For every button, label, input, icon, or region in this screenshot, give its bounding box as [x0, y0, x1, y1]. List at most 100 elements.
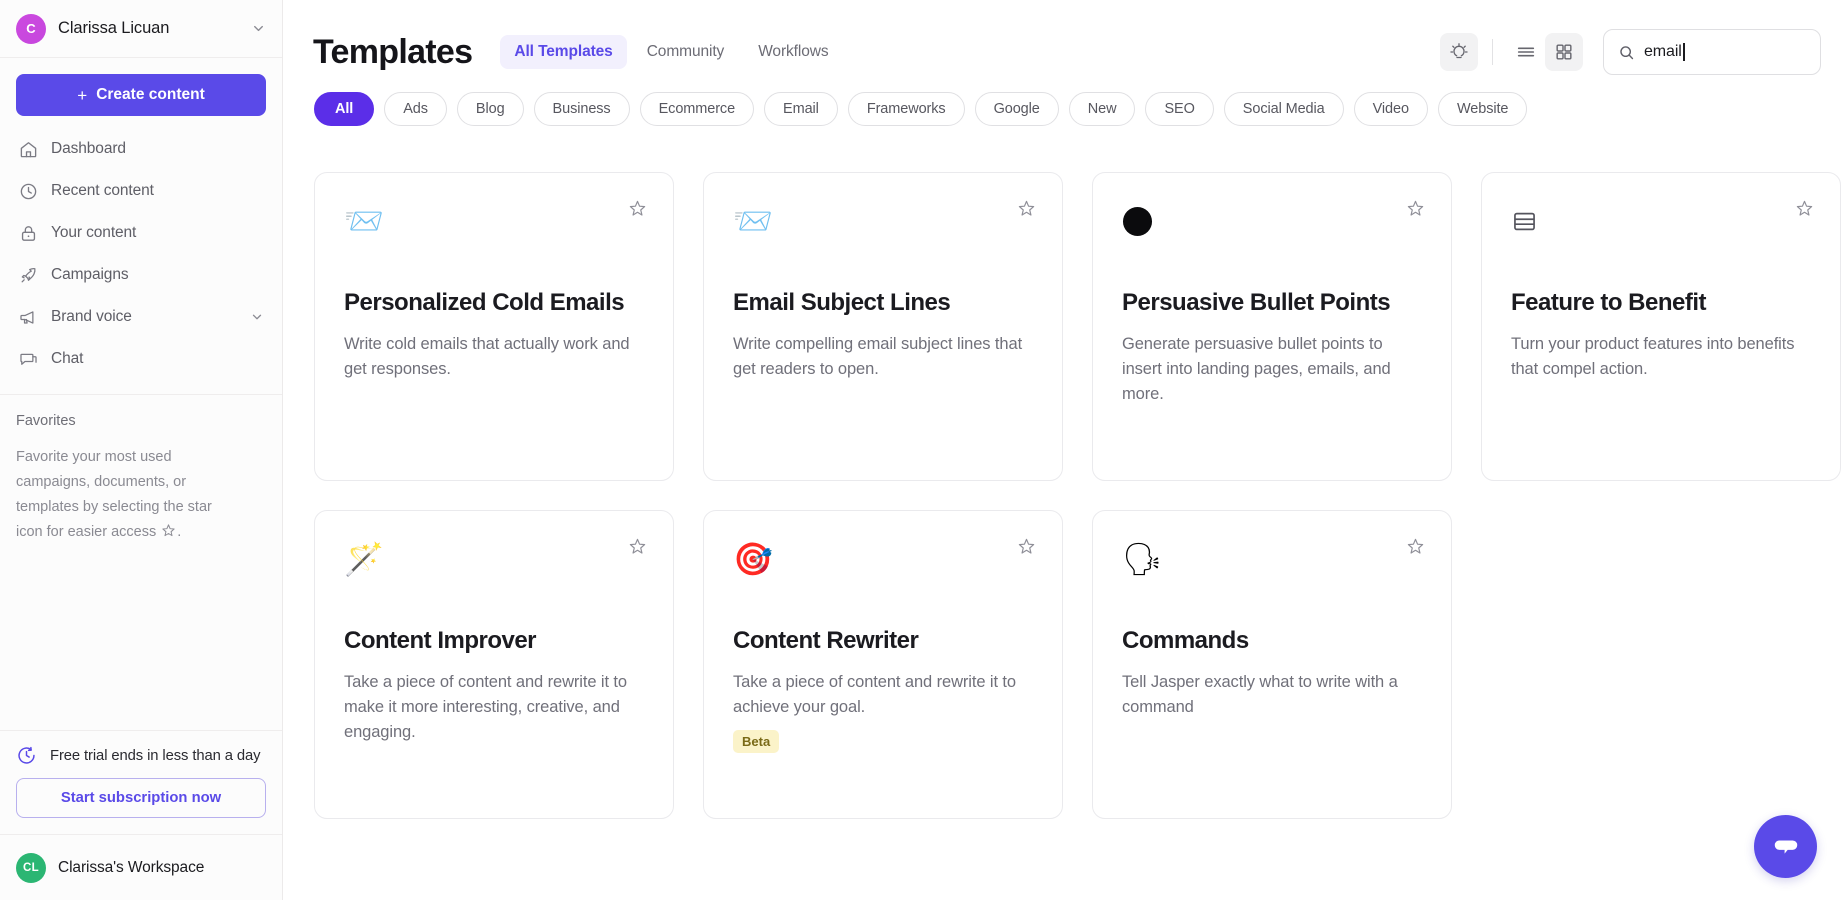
trial-text: Free trial ends in less than a day: [50, 746, 260, 766]
template-card-description: Write cold emails that actually work and…: [344, 332, 644, 382]
chevron-down-icon[interactable]: [251, 21, 266, 36]
create-content-wrap: + Create content: [0, 58, 282, 122]
filter-pill-seo[interactable]: SEO: [1145, 92, 1213, 126]
home-icon: [18, 139, 38, 159]
sidebar-item-campaigns[interactable]: Campaigns: [10, 254, 272, 296]
incoming-envelope-emoji: 📨: [344, 201, 644, 241]
sidebar-item-label: Brand voice: [51, 308, 237, 326]
template-card-title: Content Rewriter: [733, 627, 1033, 656]
search-input[interactable]: email: [1603, 29, 1821, 75]
filter-pill-video[interactable]: Video: [1354, 92, 1428, 126]
chat-bubble-icon: [1771, 832, 1801, 862]
filter-pill-all[interactable]: All: [314, 92, 374, 126]
workspace-name: Clarissa's Workspace: [58, 859, 204, 877]
star-outline-icon[interactable]: [1017, 537, 1036, 556]
sidebar-item-label: Dashboard: [51, 140, 264, 158]
template-card-description: Write compelling email subject lines tha…: [733, 332, 1033, 382]
filter-pill-ads[interactable]: Ads: [384, 92, 447, 126]
speaking-head-emoji: 🗣: [1122, 539, 1422, 579]
filter-pill-website[interactable]: Website: [1438, 92, 1527, 126]
rows-table-icon: [1511, 201, 1811, 241]
workspace-switcher[interactable]: CL Clarissa's Workspace: [0, 834, 282, 900]
star-outline-icon[interactable]: [628, 199, 647, 218]
template-card[interactable]: Feature to Benefit Turn your product fea…: [1481, 172, 1841, 481]
filter-pill-frameworks[interactable]: Frameworks: [848, 92, 965, 126]
sidebar-nav: Dashboard Recent content Your content Ca…: [0, 122, 282, 380]
template-card[interactable]: 🎯 Content Rewriter Take a piece of conte…: [703, 510, 1063, 819]
create-content-label: Create content: [96, 86, 205, 104]
template-card[interactable]: Persuasive Bullet Points Generate persua…: [1092, 172, 1452, 481]
favorites-description-text: Favorite your most used campaigns, docum…: [16, 449, 212, 540]
chevron-down-icon[interactable]: [250, 310, 264, 324]
template-card-title: Content Improver: [344, 627, 644, 656]
sidebar-item-brand-voice[interactable]: Brand voice: [10, 296, 272, 338]
filter-pills: All Ads Blog Business Ecommerce Email Fr…: [283, 82, 1845, 126]
sidebar-item-your-content[interactable]: Your content: [10, 212, 272, 254]
main-content: Templates All Templates Community Workfl…: [283, 0, 1845, 900]
template-card-title: Personalized Cold Emails: [344, 289, 644, 318]
template-card-description: Take a piece of content and rewrite it t…: [344, 670, 644, 745]
star-outline-icon[interactable]: [1017, 199, 1036, 218]
filter-pill-business[interactable]: Business: [534, 92, 630, 126]
filter-pill-blog[interactable]: Blog: [457, 92, 524, 126]
tabs: All Templates Community Workflows: [500, 35, 842, 69]
filter-pill-google[interactable]: Google: [975, 92, 1059, 126]
template-card-title: Feature to Benefit: [1511, 289, 1811, 318]
black-circle-bullet-emoji: [1122, 201, 1422, 241]
star-outline-icon[interactable]: [1406, 199, 1425, 218]
template-card-description: Turn your product features into benefits…: [1511, 332, 1811, 382]
sidebar-item-dashboard[interactable]: Dashboard: [10, 128, 272, 170]
template-card-description: Generate persuasive bullet points to ins…: [1122, 332, 1422, 407]
avatar: C: [16, 14, 46, 44]
lightbulb-icon[interactable]: [1440, 33, 1478, 71]
sidebar-item-recent-content[interactable]: Recent content: [10, 170, 272, 212]
filter-pill-ecommerce[interactable]: Ecommerce: [640, 92, 754, 126]
user-account-switcher[interactable]: C Clarissa Licuan: [0, 0, 282, 58]
star-outline-icon[interactable]: [628, 537, 647, 556]
star-outline-icon[interactable]: [1406, 537, 1425, 556]
start-subscription-button[interactable]: Start subscription now: [16, 778, 266, 818]
magic-wand-emoji: 🪄: [344, 539, 644, 579]
divider: [1492, 39, 1493, 65]
create-content-button[interactable]: + Create content: [16, 74, 266, 116]
incoming-envelope-emoji: 📨: [733, 201, 1033, 241]
template-card[interactable]: 📨 Personalized Cold Emails Write cold em…: [314, 172, 674, 481]
template-card-title: Persuasive Bullet Points: [1122, 289, 1422, 318]
favorites-description-period: .: [177, 524, 181, 540]
sidebar-item-chat[interactable]: Chat: [10, 338, 272, 380]
app-root: C Clarissa Licuan + Create content Dashb…: [0, 0, 1845, 900]
sidebar-item-label: Chat: [51, 350, 264, 368]
tab-community[interactable]: Community: [633, 35, 738, 69]
template-card[interactable]: 📨 Email Subject Lines Write compelling e…: [703, 172, 1063, 481]
filter-pill-social-media[interactable]: Social Media: [1224, 92, 1344, 126]
rocket-icon: [18, 265, 38, 285]
tab-all-templates[interactable]: All Templates: [500, 35, 626, 69]
topbar: Templates All Templates Community Workfl…: [283, 0, 1845, 82]
search-value: email: [1644, 43, 1682, 61]
clock-icon: [18, 181, 38, 201]
lock-icon: [18, 223, 38, 243]
star-outline-icon[interactable]: [1795, 199, 1814, 218]
chat-fab-button[interactable]: [1754, 815, 1817, 878]
chat-icon: [18, 349, 38, 369]
template-card[interactable]: 🗣 Commands Tell Jasper exactly what to w…: [1092, 510, 1452, 819]
search-icon: [1618, 44, 1635, 61]
favorites-title: Favorites: [16, 413, 266, 429]
trial-section: Free trial ends in less than a day Start…: [0, 730, 282, 834]
workspace-avatar: CL: [16, 853, 46, 883]
filter-pill-email[interactable]: Email: [764, 92, 838, 126]
sidebar: C Clarissa Licuan + Create content Dashb…: [0, 0, 283, 900]
grid-view-icon[interactable]: [1545, 33, 1583, 71]
favorites-section: Favorites Favorite your most used campai…: [0, 395, 282, 545]
tab-workflows[interactable]: Workflows: [744, 35, 842, 69]
template-card-title: Email Subject Lines: [733, 289, 1033, 318]
filter-pill-new[interactable]: New: [1069, 92, 1136, 126]
page-title: Templates: [313, 35, 472, 69]
template-card-title: Commands: [1122, 627, 1422, 656]
list-view-icon[interactable]: [1507, 33, 1545, 71]
sidebar-item-label: Recent content: [51, 182, 264, 200]
template-card-description: Take a piece of content and rewrite it t…: [733, 670, 1033, 720]
template-card[interactable]: 🪄 Content Improver Take a piece of conte…: [314, 510, 674, 819]
sidebar-item-label: Campaigns: [51, 266, 264, 284]
star-outline-icon: [161, 523, 176, 538]
